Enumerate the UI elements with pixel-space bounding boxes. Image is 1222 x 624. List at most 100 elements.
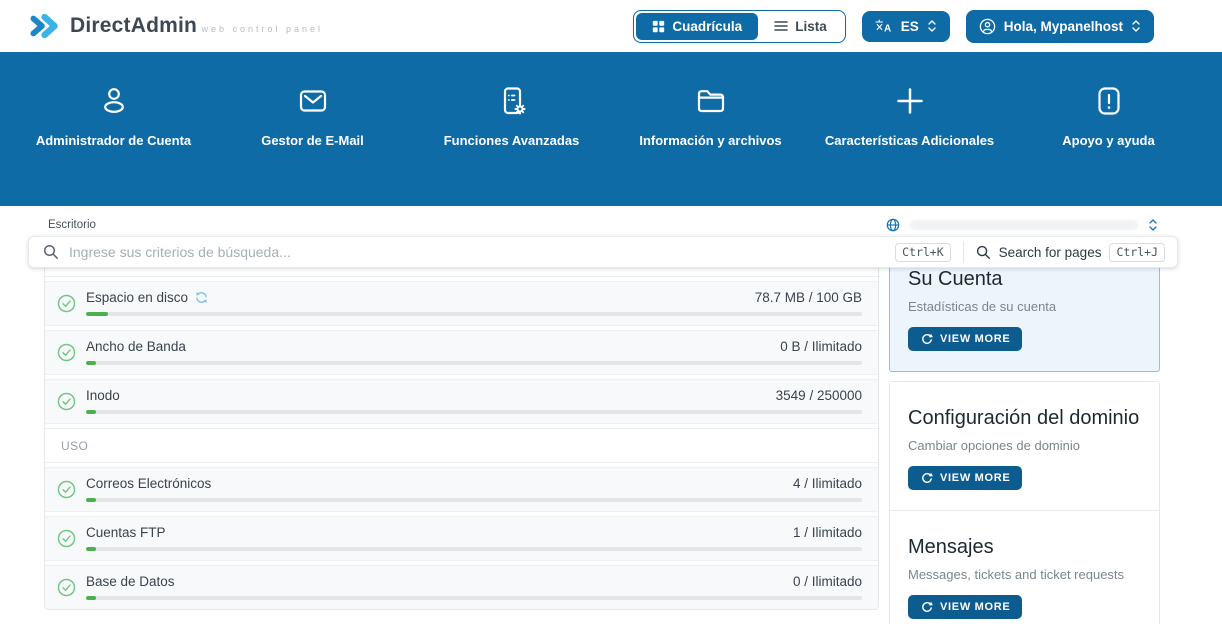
breadcrumb: Escritorio <box>48 219 96 231</box>
search-icon <box>43 244 59 260</box>
card-subtitle: Estadísticas de su cuenta <box>908 299 1141 314</box>
view-toggle-group: Cuadrícula Lista <box>633 10 845 43</box>
search-shortcut-badge: Ctrl+K <box>895 243 951 262</box>
stat-label: Ancho de Banda <box>86 339 186 354</box>
refresh-icon[interactable] <box>195 291 208 304</box>
folder-icon <box>694 84 728 124</box>
view-more-label: VIEW MORE <box>940 601 1010 613</box>
stat-label: Cuentas FTP <box>86 525 166 540</box>
nav-item-label: Funciones Avanzadas <box>414 133 610 148</box>
breadcrumb-row: Escritorio <box>0 206 1222 236</box>
progress-track <box>86 498 862 502</box>
search-pages-shortcut-badge: Ctrl+J <box>1109 243 1165 262</box>
nav-item-label: Gestor de E-Mail <box>215 133 411 148</box>
progress-fill <box>86 361 96 365</box>
search-pages-label: Search for pages <box>999 245 1102 260</box>
directadmin-logo: DirectAdmin web control panel <box>26 8 323 44</box>
globe-icon <box>886 218 900 232</box>
logo-subtitle: web control panel <box>202 24 324 34</box>
progress-fill <box>86 596 96 600</box>
logo-title: DirectAdmin <box>70 14 197 37</box>
progress-fill <box>86 312 108 316</box>
card-title: Mensajes <box>908 533 1141 562</box>
progress-track <box>86 547 862 551</box>
progress-fill <box>86 547 96 551</box>
exclamation-icon <box>1092 84 1126 124</box>
stat-label: Inodo <box>86 388 120 403</box>
card-title: Configuración del dominio <box>908 404 1141 433</box>
plus-icon <box>893 84 927 124</box>
main-content: LÍMITES Espacio en disco <box>0 236 1222 624</box>
nav-item-info-files[interactable]: Información y archivos <box>613 84 809 148</box>
nav-item-additional-features[interactable]: Características Adicionales <box>812 84 1008 148</box>
nav-item-label: Características Adicionales <box>812 133 1008 148</box>
domain-selector[interactable] <box>886 218 1158 232</box>
card-title: Su Cuenta <box>908 265 1141 294</box>
list-view-label: Lista <box>795 19 827 34</box>
progress-track <box>86 410 862 414</box>
stat-label: Correos Electrónicos <box>86 476 211 491</box>
check-circle-icon <box>57 529 76 548</box>
progress-fill <box>86 498 96 502</box>
stats-panel: LÍMITES Espacio en disco <box>44 242 879 610</box>
nav-item-support-help[interactable]: Apoyo y ayuda <box>1011 84 1207 148</box>
chevron-updown-icon <box>927 19 937 33</box>
view-more-button[interactable]: VIEW MORE <box>908 466 1022 490</box>
search-bar: Ctrl+K Search for pages Ctrl+J <box>28 236 1178 268</box>
nav-item-label: Apoyo y ayuda <box>1011 133 1207 148</box>
nav-item-account-manager[interactable]: Administrador de Cuenta <box>16 84 212 148</box>
search-input[interactable] <box>69 244 885 260</box>
grid-icon <box>652 20 665 33</box>
user-menu-button[interactable]: Hola, Mypanelhost <box>966 10 1154 43</box>
stat-row-bandwidth: Ancho de Banda 0 B / Ilimitado <box>45 330 878 375</box>
view-more-button[interactable]: VIEW MORE <box>908 595 1022 619</box>
card-configuracion-dominio: Configuración del dominio Cambiar opcion… <box>890 382 1159 510</box>
top-header: DirectAdmin web control panel Cuadrícula <box>0 0 1222 54</box>
list-view-button[interactable]: Lista <box>758 13 843 40</box>
redo-arrow-icon <box>920 471 933 484</box>
translate-icon: A <box>875 19 893 33</box>
person-circle-icon <box>979 18 996 35</box>
redo-arrow-icon <box>920 600 933 613</box>
stat-row-ftp-accounts: Cuentas FTP 1 / Ilimitado <box>45 516 878 561</box>
main-nav-band: Administrador de Cuenta Gestor de E-Mail <box>0 54 1222 206</box>
nav-item-advanced-functions[interactable]: Funciones Avanzadas <box>414 84 610 148</box>
grid-view-button[interactable]: Cuadrícula <box>636 13 758 40</box>
check-circle-icon <box>57 578 76 597</box>
view-more-button[interactable]: VIEW MORE <box>908 327 1022 351</box>
search-icon <box>976 245 991 260</box>
stat-row-emails: Correos Electrónicos 4 / Ilimitado <box>45 467 878 512</box>
search-pages-button[interactable]: Search for pages Ctrl+J <box>976 243 1165 262</box>
nav-item-label: Información y archivos <box>613 133 809 148</box>
stat-value: 0 / Ilimitado <box>793 574 862 589</box>
divider <box>963 241 964 263</box>
card-mensajes: Mensajes Messages, tickets and ticket re… <box>890 511 1159 624</box>
progress-track <box>86 312 862 316</box>
nav-item-email-manager[interactable]: Gestor de E-Mail <box>215 84 411 148</box>
progress-track <box>86 596 862 600</box>
card-subtitle: Cambiar opciones de dominio <box>908 438 1141 453</box>
check-circle-icon <box>57 343 76 362</box>
progress-track <box>86 361 862 365</box>
language-label: ES <box>901 19 919 34</box>
envelope-icon <box>296 84 330 124</box>
check-circle-icon <box>57 392 76 411</box>
stat-row-database: Base de Datos 0 / Ilimitado <box>45 565 878 609</box>
check-circle-icon <box>57 294 76 313</box>
stat-value: 1 / Ilimitado <box>793 525 862 540</box>
stat-value: 78.7 MB / 100 GB <box>755 290 862 305</box>
chevron-updown-icon <box>1131 19 1141 33</box>
language-button[interactable]: A ES <box>862 11 950 42</box>
section-header-usage: USO <box>45 428 878 463</box>
svg-text:A: A <box>884 24 891 34</box>
stat-row-disk-space: Espacio en disco 78.7 MB / 100 GB <box>45 281 878 326</box>
stat-value: 4 / Ilimitado <box>793 476 862 491</box>
domain-name-blurred <box>910 220 1138 230</box>
stat-row-inode: Inodo 3549 / 250000 <box>45 379 878 424</box>
card-subtitle: Messages, tickets and ticket requests <box>908 567 1141 582</box>
document-gear-icon <box>495 84 529 124</box>
progress-fill <box>86 410 96 414</box>
stat-value: 0 B / Ilimitado <box>780 339 862 354</box>
grid-view-label: Cuadrícula <box>672 19 742 34</box>
logo-chevrons-icon <box>26 8 62 44</box>
